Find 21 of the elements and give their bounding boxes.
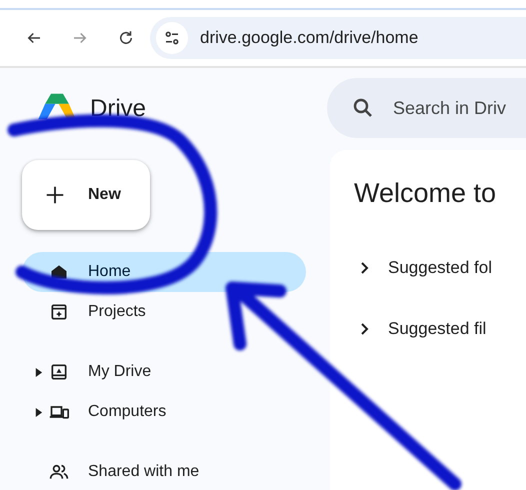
- projects-icon: [49, 302, 69, 322]
- section-header[interactable]: Suggested fil: [354, 298, 526, 359]
- plus-icon: [44, 184, 66, 206]
- welcome-heading: Welcome to: [354, 178, 498, 209]
- expand-triangle-icon[interactable]: [34, 408, 42, 416]
- section-header[interactable]: Suggested fol: [354, 237, 526, 298]
- new-button[interactable]: New: [22, 160, 150, 230]
- url-text: drive.google.com/drive/home: [200, 28, 418, 48]
- tune-icon: [163, 29, 181, 47]
- search-field[interactable]: Search in Driv: [327, 78, 526, 138]
- reload-icon: [117, 29, 135, 47]
- expand-triangle-icon[interactable]: [34, 368, 42, 376]
- search-placeholder: Search in Driv: [393, 98, 506, 118]
- sidebar-item[interactable]: Projects: [22, 292, 306, 332]
- sidebar-item[interactable]: Computers: [22, 392, 306, 432]
- sidebar-item[interactable]: Shared with me: [22, 452, 306, 490]
- site-settings-button[interactable]: [156, 22, 188, 54]
- drive-folder-icon: [49, 362, 69, 382]
- sidebar-item[interactable]: My Drive: [22, 352, 306, 392]
- app-name: Drive: [90, 95, 146, 123]
- address-bar[interactable]: drive.google.com/drive/home: [150, 17, 526, 59]
